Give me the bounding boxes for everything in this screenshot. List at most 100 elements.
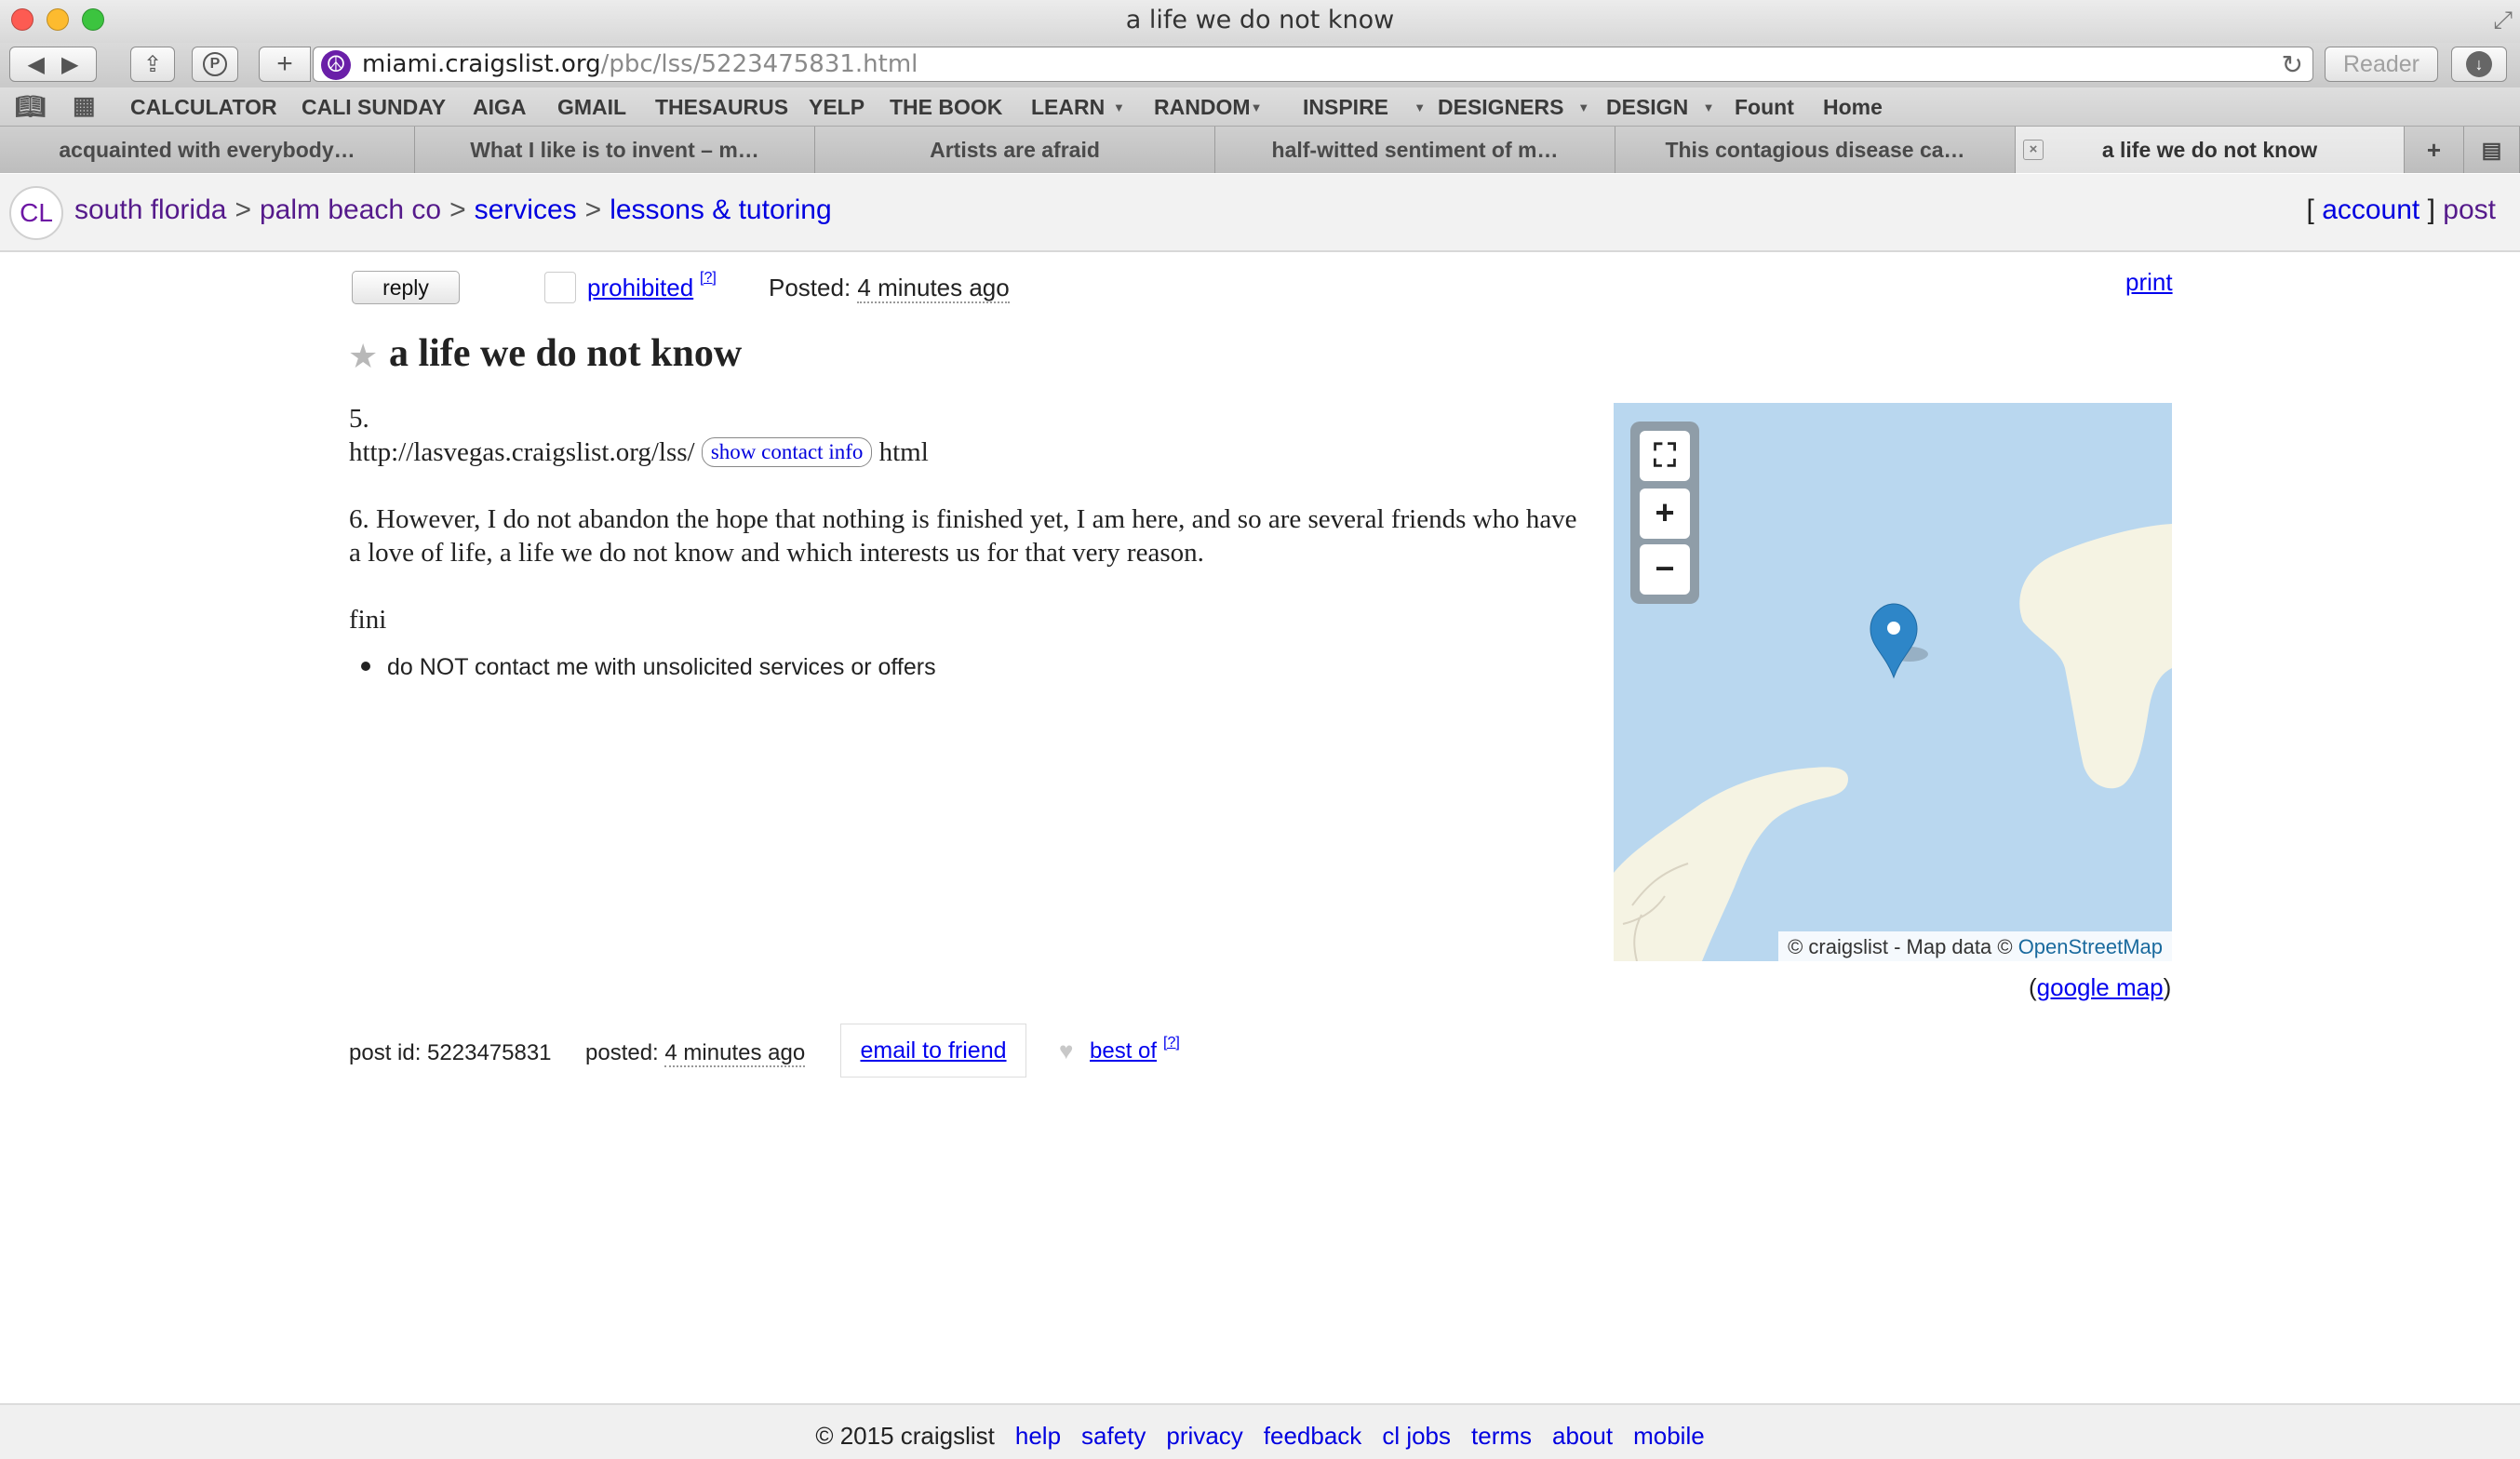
email-to-friend-button[interactable]: email to friend (840, 1024, 1026, 1078)
pinterest-button[interactable]: P (192, 47, 238, 82)
footer-link-about[interactable]: about (1552, 1422, 1613, 1450)
posting-url-text: http://lasvegas.craigslist.org/lss/ (349, 437, 695, 467)
breadcrumb-separator: > (449, 194, 466, 225)
post-link[interactable]: post (2443, 194, 2496, 225)
footer-link-help[interactable]: help (1015, 1422, 1061, 1450)
bookmark-random[interactable]: RANDOM (1154, 95, 1251, 120)
tab-overview-icon: ▤ (2481, 137, 2502, 162)
print-link[interactable]: print (2125, 268, 2173, 297)
tab-close-icon[interactable]: × (2023, 140, 2044, 160)
reading-list-icon[interactable]: 📖︎ (15, 92, 46, 121)
posted-footer-label: posted: (585, 1040, 665, 1065)
tab-3[interactable]: Artists are afraid (815, 127, 1215, 173)
bookmark-fount[interactable]: Fount (1735, 95, 1794, 120)
fullscreen-icon: ⛶ (1654, 438, 1676, 474)
breadcrumb-lessons-tutoring[interactable]: lessons & tutoring (610, 194, 831, 225)
bookmark-designers[interactable]: DESIGNERS (1438, 95, 1563, 120)
map-attribution: © craigslist - Map data © OpenStreetMap (1778, 931, 2172, 961)
heart-icon[interactable]: ♥ (1059, 1037, 1073, 1065)
new-tab-plus-button[interactable]: + (2405, 127, 2464, 173)
map-zoom-in-button[interactable]: + (1640, 489, 1690, 539)
chevron-down-icon: ▼ (1113, 100, 1125, 114)
bookmark-inspire[interactable]: INSPIRE (1303, 95, 1388, 120)
posting-notice: do NOT contact me with unsolicited servi… (361, 654, 936, 681)
map[interactable]: ⛶ + − © craigslist - Map data © OpenStre… (1614, 403, 2172, 961)
footer-link-feedback[interactable]: feedback (1264, 1422, 1362, 1450)
post-id: post id: 5223475831 (349, 1040, 552, 1065)
reader-button[interactable]: Reader (2325, 47, 2438, 82)
bookmark-calculator[interactable]: CALCULATOR (130, 95, 277, 120)
openstreetmap-link[interactable]: OpenStreetMap (2018, 935, 2163, 958)
bookmark-thesaurus[interactable]: THESAURUS (655, 95, 788, 120)
back-forward-buttons[interactable]: ◀ ▶ (9, 47, 97, 82)
posted-label: Posted: (769, 274, 858, 301)
bookmark-the-book[interactable]: THE BOOK (890, 95, 1002, 120)
show-contact-info-button[interactable]: show contact info (701, 437, 873, 467)
top-sites-grid-icon[interactable]: ▦ (73, 91, 96, 120)
footer-link-terms[interactable]: terms (1471, 1422, 1532, 1450)
tab-1[interactable]: acquainted with everybody… (0, 127, 415, 173)
footer-link-cl-jobs[interactable]: cl jobs (1382, 1422, 1451, 1450)
map-pin-icon[interactable] (1870, 603, 1928, 679)
bookmark-aiga[interactable]: AIGA (473, 95, 527, 120)
breadcrumb-palm-beach-co[interactable]: palm beach co (260, 194, 441, 225)
address-bar[interactable]: ☮ miami.craigslist.org/pbc/lss/522347583… (313, 47, 2313, 82)
prohibited-help-link[interactable]: [?] (700, 270, 717, 287)
breadcrumb: south florida > palm beach co > services > les… (74, 194, 832, 226)
tab-label: acquainted with everybody… (59, 137, 355, 162)
share-icon: ⇪ (142, 51, 163, 77)
tab-bar: acquainted with everybody… What I like is… (0, 127, 2520, 173)
cl-header: CL south florida > palm beach co > services >… (0, 174, 2520, 252)
tab-4[interactable]: half-witted sentiment of m… (1215, 127, 1615, 173)
window-titlebar: a life we do not know ⤢ (0, 0, 2520, 43)
paren-close: ) (2163, 973, 2172, 1001)
tab-5[interactable]: This contagious disease ca… (1615, 127, 2016, 173)
window-title: a life we do not know (1125, 6, 1395, 34)
posted-footer: posted: 4 minutes ago (585, 1040, 806, 1067)
posting-url-suffix: html (872, 437, 929, 467)
forward-icon[interactable]: ▶ (61, 51, 78, 78)
share-button[interactable]: ⇪ (130, 47, 175, 82)
bookmark-learn[interactable]: LEARN (1031, 95, 1105, 120)
prohibited-link[interactable]: prohibited (587, 274, 693, 302)
download-icon: ↓ (2466, 51, 2492, 77)
bookmark-home[interactable]: Home (1823, 95, 1883, 120)
bookmark-cali-sunday[interactable]: CALI SUNDAY (302, 95, 446, 120)
tab-6[interactable]: × a life we do not know (2016, 127, 2405, 173)
best-of-help-link[interactable]: [?] (1163, 1035, 1180, 1051)
reload-icon[interactable]: ↻ (2282, 49, 2303, 80)
reply-button[interactable]: reply (352, 271, 460, 304)
fullscreen-icon[interactable]: ⤢ (2493, 6, 2513, 35)
prohibited-flag-checkbox[interactable] (544, 272, 576, 303)
map-fullscreen-button[interactable]: ⛶ (1640, 431, 1690, 481)
downloads-button[interactable]: ↓ (2451, 47, 2507, 82)
bookmark-yelp[interactable]: YELP (809, 95, 865, 120)
new-tab-button[interactable]: + (259, 47, 311, 82)
plus-icon: + (276, 48, 293, 79)
tab-2[interactable]: What I like is to invent – m… (415, 127, 815, 173)
google-map-link[interactable]: google map (2037, 973, 2164, 1001)
footer-links: © 2015 craigslist help safety privacy feedba… (0, 1422, 2520, 1451)
chevron-down-icon: ▼ (1250, 100, 1263, 114)
notice-text: do NOT contact me with unsolicited servi… (387, 654, 936, 680)
posted-time: 4 minutes ago (857, 274, 1010, 303)
chevron-down-icon: ▼ (1702, 100, 1715, 114)
footer-link-mobile[interactable]: mobile (1633, 1422, 1705, 1450)
footer-link-privacy[interactable]: privacy (1166, 1422, 1242, 1450)
chevron-down-icon: ▼ (1577, 100, 1590, 114)
map-zoom-out-button[interactable]: − (1640, 544, 1690, 595)
breadcrumb-south-florida[interactable]: south florida (74, 194, 226, 225)
bookmark-design[interactable]: DESIGN (1606, 95, 1688, 120)
bookmark-gmail[interactable]: GMAIL (557, 95, 626, 120)
footer-link-safety[interactable]: safety (1081, 1422, 1146, 1450)
cl-logo[interactable]: CL (9, 186, 63, 240)
tab-overview-button[interactable]: ▤ (2464, 127, 2520, 173)
bookmarks-bar: 📖︎ ▦ CALCULATOR CALI SUNDAY AIGA GMAIL THESA… (0, 87, 2520, 127)
tab-label: Artists are afraid (930, 137, 1100, 162)
back-icon[interactable]: ◀ (28, 51, 45, 78)
favorite-star-icon[interactable]: ★ (348, 337, 378, 376)
best-of-link[interactable]: best of (1090, 1038, 1157, 1064)
breadcrumb-services[interactable]: services (475, 194, 577, 225)
account-link[interactable]: account (2322, 194, 2419, 225)
tab-label: a life we do not know (2101, 137, 2318, 162)
